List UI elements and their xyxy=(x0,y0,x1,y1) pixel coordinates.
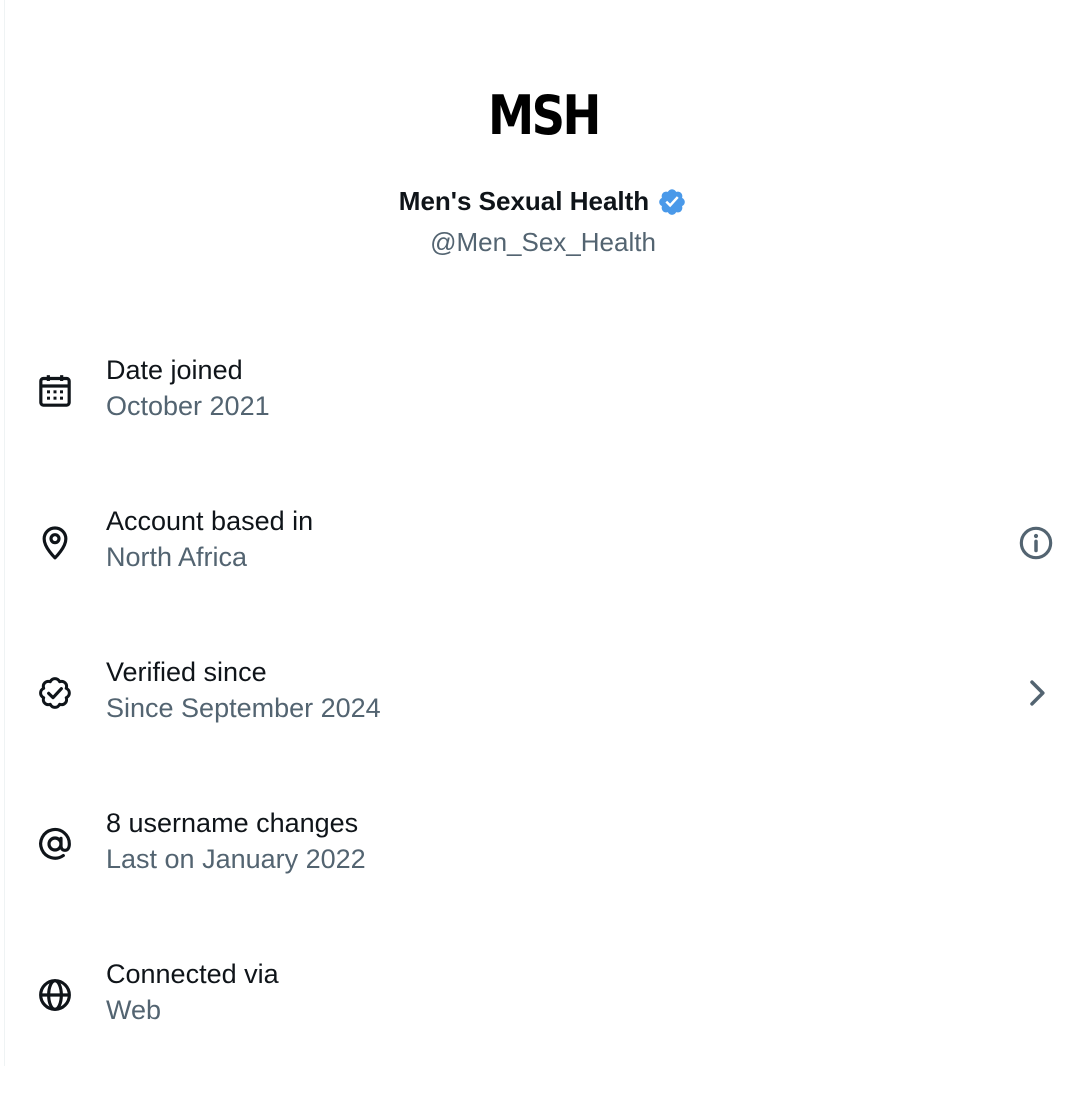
info-icon[interactable] xyxy=(1016,523,1056,563)
about-account-list: Date joined October 2021 Account based i… xyxy=(0,345,1076,1100)
at-sign-icon xyxy=(35,824,75,864)
verified-badge-outline-icon xyxy=(35,673,75,713)
profile-header: MSH Men's Sexual Health @Men_Sex_Health xyxy=(0,0,1076,280)
list-item-account-based-in: Account based in North Africa xyxy=(0,496,1076,647)
list-item-username-changes: 8 username changes Last on January 2022 xyxy=(0,798,1076,949)
row-title: Date joined xyxy=(106,355,243,385)
row-title: Account based in xyxy=(106,506,314,536)
list-item-connected-via: Connected via Web xyxy=(0,949,1076,1100)
row-value: October 2021 xyxy=(106,391,270,421)
row-title: Verified since xyxy=(106,657,267,687)
display-name-row: Men's Sexual Health xyxy=(0,186,1076,217)
display-name[interactable]: Men's Sexual Health xyxy=(399,186,649,217)
list-item-verified-since[interactable]: Verified since Since September 2024 xyxy=(0,647,1076,798)
row-value: Web xyxy=(106,995,162,1025)
row-title: Connected via xyxy=(106,959,279,989)
profile-handle[interactable]: @Men_Sex_Health xyxy=(0,227,1076,258)
row-value: North Africa xyxy=(106,542,248,572)
row-title: 8 username changes xyxy=(106,808,359,838)
location-pin-icon xyxy=(35,522,75,562)
calendar-icon xyxy=(35,371,75,411)
list-item-date-joined: Date joined October 2021 xyxy=(0,345,1076,496)
globe-icon xyxy=(35,975,75,1015)
avatar-logo-text: MSH xyxy=(487,84,601,147)
verified-badge-icon[interactable] xyxy=(657,187,687,217)
avatar[interactable]: MSH xyxy=(471,52,615,180)
row-value: Since September 2024 xyxy=(106,693,381,723)
row-value: Last on January 2022 xyxy=(106,844,366,874)
chevron-right-icon[interactable] xyxy=(1020,673,1054,713)
